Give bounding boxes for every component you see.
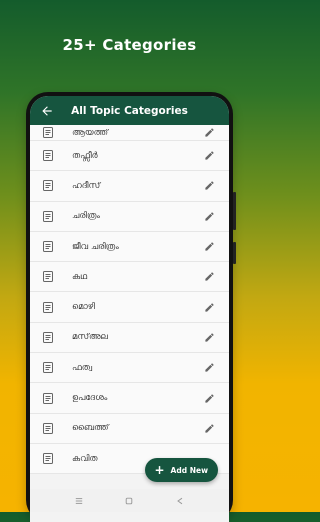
category-label: ആയത്ത് [72,127,109,138]
document-icon [42,301,54,313]
list-item[interactable]: ഫത്വ [30,353,229,384]
document-icon [42,150,54,162]
app-bar: All Topic Categories [30,96,229,125]
document-icon [42,241,54,253]
list-item[interactable]: ചരിത്രം [30,202,229,232]
phone-frame: All Topic Categories ആയത്ത് തഫ്സീർ ഹദീസ്… [26,92,236,522]
document-icon [42,180,54,192]
pencil-icon[interactable] [203,210,215,222]
document-icon [42,422,54,434]
app-screen: All Topic Categories ആയത്ത് തഫ്സീർ ഹദീസ്… [30,96,229,522]
menu-icon[interactable] [72,494,86,508]
page-title: All Topic Categories [71,104,188,117]
pencil-icon[interactable] [203,150,215,162]
volume-button [233,192,236,230]
category-label: മസ്അല [72,332,108,343]
add-new-label: Add New [170,465,208,475]
home-square-icon[interactable] [122,494,136,508]
category-label: ഫത്വ [72,362,93,373]
document-icon [42,453,54,465]
category-label: ഹദീസ് [72,180,101,191]
plus-icon: + [154,463,165,477]
list-item[interactable]: ഉപദേശം [30,383,229,414]
category-label: കഥ [72,271,88,282]
list-item[interactable]: തഫ്സീർ [30,141,229,172]
arrow-back-icon[interactable] [36,100,58,122]
document-icon [42,210,54,222]
list-item[interactable]: കഥ [30,262,229,293]
document-icon [42,331,54,343]
pencil-icon[interactable] [203,392,215,404]
pencil-icon[interactable] [203,271,215,283]
back-triangle-icon[interactable] [173,494,187,508]
category-label: ബൈത്ത് [72,423,109,434]
document-icon [42,392,54,404]
list-item[interactable]: മൊഴി [30,292,229,323]
category-label: മൊഴി [72,302,96,313]
category-label: ജീവ ചരിത്രം [72,241,119,252]
list-item[interactable]: ബൈത്ത് [30,414,229,444]
category-label: തഫ്സീർ [72,150,98,161]
document-icon [42,362,54,374]
pencil-icon[interactable] [203,362,215,374]
list-item[interactable]: ഹദീസ് [30,171,229,202]
list-item[interactable]: ജീവ ചരിത്രം [30,232,229,263]
pencil-icon[interactable] [203,241,215,253]
add-new-button[interactable]: + Add New [145,458,218,482]
pencil-icon[interactable] [203,180,215,192]
category-label: ചരിത്രം [72,211,100,222]
category-list: ആയത്ത് തഫ്സീർ ഹദീസ് ചരിത്രം ജീവ ചരിത്രം [30,125,229,475]
system-nav-bar [30,489,229,512]
list-item[interactable]: ആയത്ത് [30,125,229,141]
document-icon [42,271,54,283]
category-label: ഉപദേശം [72,393,108,404]
document-icon [42,127,54,139]
pencil-icon[interactable] [203,301,215,313]
power-button [233,242,236,264]
promo-headline: 25+ Categories [62,36,197,54]
list-item[interactable]: മസ്അല [30,323,229,354]
pencil-icon[interactable] [203,331,215,343]
pencil-icon[interactable] [203,422,215,434]
pencil-icon[interactable] [203,127,215,139]
